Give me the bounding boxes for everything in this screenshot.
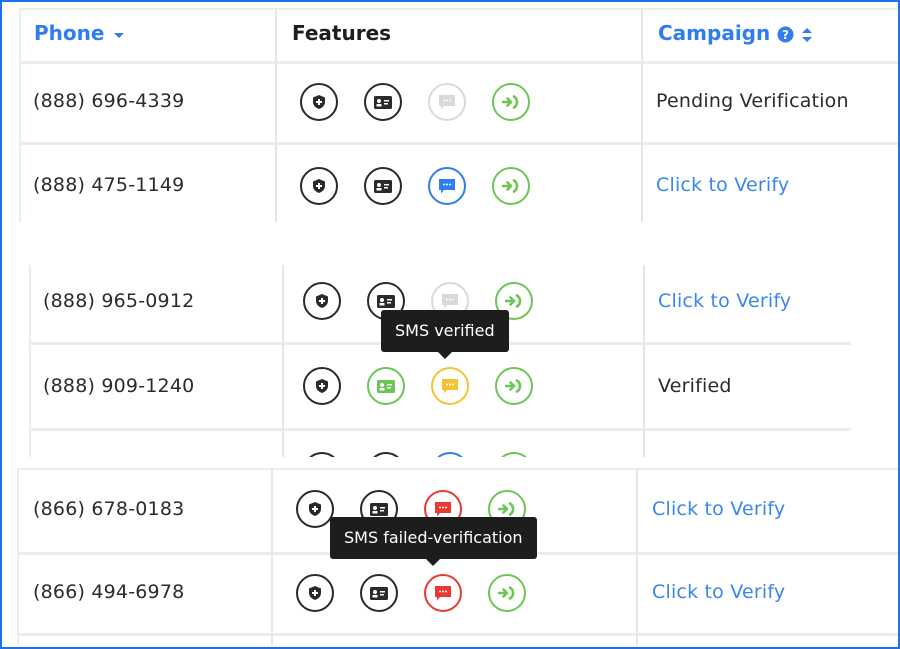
- shield-icon: [307, 585, 323, 601]
- phone-number: (866) 678-0183: [33, 498, 185, 520]
- call-forward-icon: [502, 178, 520, 194]
- call-forward-feature-button[interactable]: [492, 83, 530, 121]
- sms-feature-button[interactable]: [431, 367, 469, 405]
- phone-number: (888) 909-1240: [43, 375, 195, 397]
- call-forward-feature-button[interactable]: [492, 167, 530, 205]
- phone-number: (888) 965-0912: [43, 290, 195, 312]
- shield-icon: [311, 178, 327, 194]
- shield-feature-button[interactable]: [300, 167, 338, 205]
- column-divider: [641, 8, 643, 222]
- call-forward-icon: [498, 585, 516, 601]
- id-card-feature-button[interactable]: [367, 367, 405, 405]
- shield-icon: [314, 293, 330, 309]
- table-header-row: Phone Features Campaign ?: [19, 8, 898, 64]
- call-forward-icon: [505, 293, 523, 309]
- column-divider: [271, 468, 273, 645]
- phone-number: (888) 475-1149: [33, 174, 185, 196]
- campaign-status: Verified: [658, 375, 732, 397]
- sms-feature-button[interactable]: [424, 574, 462, 612]
- id-card-icon: [370, 586, 388, 600]
- click-to-verify-link[interactable]: Click to Verify: [658, 290, 791, 312]
- sms-icon: [434, 501, 452, 518]
- call-forward-feature-button[interactable]: [488, 574, 526, 612]
- help-circle-icon[interactable]: ?: [777, 26, 794, 43]
- column-divider: [643, 265, 645, 457]
- table-row: [29, 431, 851, 457]
- call-forward-icon: [498, 501, 516, 517]
- shield-feature-button[interactable]: [303, 367, 341, 405]
- sms-icon: [434, 585, 452, 602]
- column-header-campaign[interactable]: Campaign ?: [658, 21, 813, 45]
- column-divider: [636, 468, 638, 645]
- shield-feature-button[interactable]: [296, 574, 334, 612]
- campaign-status: Pending Verification: [656, 90, 849, 112]
- sms-icon: [441, 378, 459, 395]
- sms-feature-button[interactable]: [428, 167, 466, 205]
- svg-text:?: ?: [782, 28, 789, 42]
- id-card-feature-button[interactable]: [360, 574, 398, 612]
- column-header-phone[interactable]: Phone: [34, 21, 125, 45]
- id-card-icon: [370, 502, 388, 516]
- shield-icon: [314, 378, 330, 394]
- sort-both-icon[interactable]: [801, 26, 813, 44]
- sort-down-icon: [114, 32, 125, 38]
- sms-icon: [438, 178, 456, 195]
- sms-icon: [438, 94, 456, 111]
- column-header-features: Features: [292, 21, 392, 45]
- table-snippet-3: (866) 678-0183 Click to Verify (866) 494…: [17, 468, 898, 645]
- call-forward-icon: [502, 94, 520, 110]
- sms-icon: [441, 293, 459, 310]
- sms-feature-button[interactable]: [428, 83, 466, 121]
- click-to-verify-link[interactable]: Click to Verify: [652, 498, 785, 520]
- phone-number: (866) 494-6978: [33, 581, 185, 603]
- id-card-icon: [377, 379, 395, 393]
- id-card-icon: [374, 95, 392, 109]
- click-to-verify-link[interactable]: Click to Verify: [656, 174, 789, 196]
- call-forward-icon: [505, 378, 523, 394]
- id-card-feature-button[interactable]: [364, 83, 402, 121]
- table-row: [17, 636, 898, 645]
- shield-icon: [311, 94, 327, 110]
- id-card-icon: [377, 294, 395, 308]
- shield-feature-button[interactable]: [296, 490, 334, 528]
- sms-status-tooltip: SMS failed-verification: [330, 517, 537, 566]
- column-divider: [275, 8, 277, 222]
- shield-feature-button[interactable]: [303, 282, 341, 320]
- click-to-verify-link[interactable]: Click to Verify: [652, 581, 785, 603]
- shield-feature-button[interactable]: [300, 83, 338, 121]
- shield-icon: [307, 501, 323, 517]
- sms-status-tooltip: SMS verified: [381, 310, 509, 359]
- table-snippet-1: Phone Features Campaign ? (888) 696-4339…: [19, 8, 898, 222]
- id-card-feature-button[interactable]: [364, 167, 402, 205]
- column-divider: [282, 265, 284, 457]
- phone-number: (888) 696-4339: [33, 90, 185, 112]
- id-card-icon: [374, 179, 392, 193]
- call-forward-feature-button[interactable]: [495, 367, 533, 405]
- table-snippet-2: (888) 965-0912 Click to Verify (888) 909…: [29, 265, 851, 457]
